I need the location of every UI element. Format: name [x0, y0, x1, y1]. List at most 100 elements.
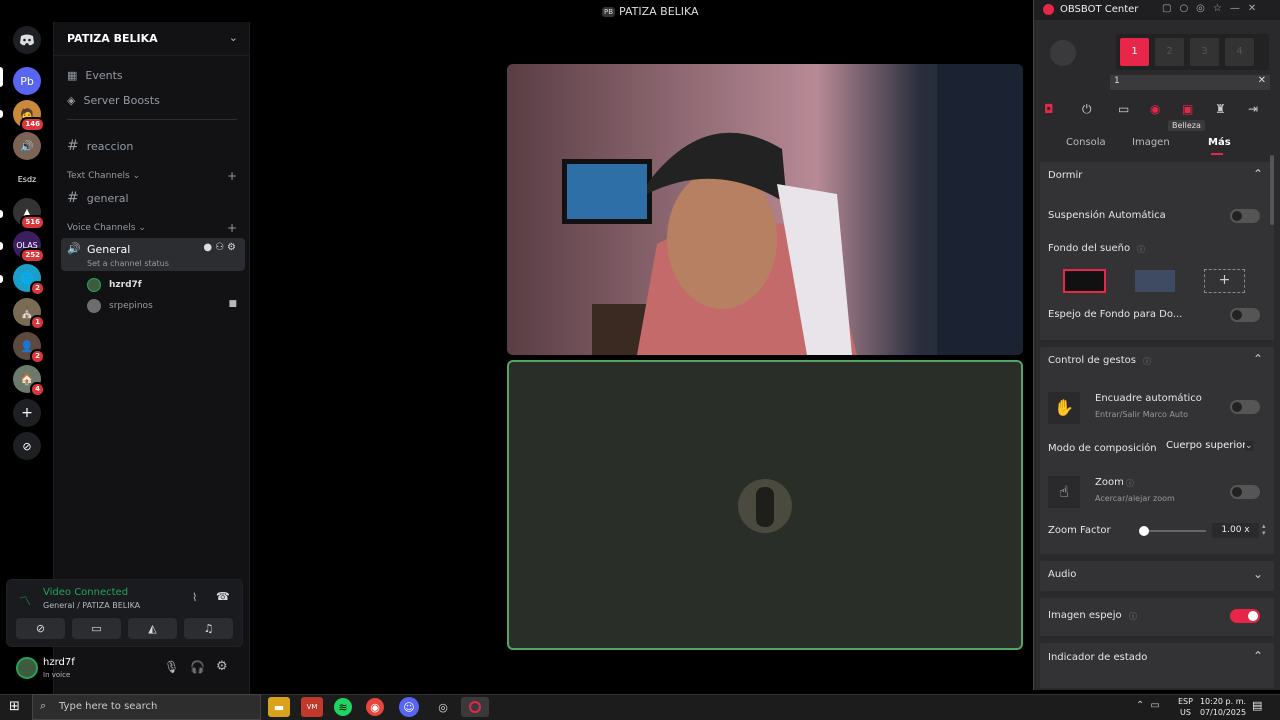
chevron-up-icon[interactable]: ⌃: [1253, 649, 1263, 663]
soundboard-button[interactable]: ♫: [184, 618, 233, 639]
server-icon[interactable]: Esdz: [13, 165, 41, 193]
voice-user-srpepinos[interactable]: srpepinos: [87, 299, 153, 313]
channel-actions-icons[interactable]: ●⚇⚙: [203, 242, 239, 253]
spotify-icon[interactable]: ≋: [334, 698, 352, 716]
help-icon[interactable]: ⓘ: [1129, 611, 1137, 622]
beauty-icon[interactable]: ▣: [1182, 102, 1193, 116]
clock[interactable]: 10:20 p. m. 07/10/2025: [1199, 696, 1247, 718]
channel-reaccion[interactable]: # reaccion: [67, 138, 133, 154]
preset-button-1[interactable]: 1: [1120, 38, 1149, 66]
clock-time: 10:20 p. m.: [1199, 697, 1247, 706]
discord-home-icon[interactable]: [13, 26, 41, 54]
window-control-icons[interactable]: ▢○◎☆—✕: [1162, 3, 1264, 14]
taskbar-search[interactable]: ⌕ Type here to search: [32, 694, 261, 720]
add-channel-icon[interactable]: +: [227, 221, 237, 235]
tracking-icon[interactable]: ◉: [1150, 102, 1160, 116]
notification-icon[interactable]: ▤: [1252, 699, 1262, 712]
category-voice-channels[interactable]: Voice Channels ⌄: [67, 223, 146, 233]
voice-connected-text[interactable]: Video Connected: [43, 587, 128, 598]
zoom-slider[interactable]: [1139, 526, 1206, 536]
language-indicator[interactable]: ESP US: [1178, 696, 1193, 718]
section-title[interactable]: Dormir: [1048, 170, 1082, 181]
close-icon[interactable]: ✕: [1258, 75, 1266, 86]
tab-imagen[interactable]: Imagen: [1132, 137, 1170, 148]
server-icon[interactable]: OLAS 252: [13, 231, 45, 263]
snapshot-icon[interactable]: ◘: [1044, 102, 1054, 116]
toggle-espejo-fondo[interactable]: [1230, 308, 1260, 322]
preset-button-2[interactable]: 2: [1155, 38, 1184, 66]
disconnect-icon[interactable]: ☎: [216, 590, 230, 603]
camera-off-button[interactable]: ⊘: [16, 618, 65, 639]
section-title[interactable]: Indicador de estado: [1048, 652, 1147, 663]
add-server-icon[interactable]: +: [13, 399, 41, 427]
preset-button-4[interactable]: 4: [1225, 38, 1254, 66]
toggle-imagen-espejo[interactable]: [1230, 609, 1260, 623]
sleep-bg-black[interactable]: [1063, 269, 1106, 293]
file-explorer-icon[interactable]: ▬: [268, 697, 290, 717]
section-title[interactable]: Audio: [1048, 569, 1076, 580]
chevron-up-icon[interactable]: ⌃: [1253, 352, 1263, 366]
server-header[interactable]: PATIZA BELIKA ⌄: [54, 22, 251, 56]
discord-taskbar-icon[interactable]: ☺: [399, 697, 419, 717]
microphone-icon[interactable]: 🎙: [164, 660, 179, 674]
settings-gear-icon[interactable]: ⚙: [216, 659, 228, 674]
headphones-icon[interactable]: 🎧: [190, 660, 205, 674]
help-icon[interactable]: ⓘ: [1143, 356, 1151, 367]
video-mode-icon[interactable]: ▭: [1118, 102, 1129, 116]
channel-general-text[interactable]: # general: [67, 190, 129, 206]
obs-icon[interactable]: ◎: [432, 697, 454, 717]
windows-start-icon[interactable]: ⊞: [9, 699, 20, 714]
noise-suppression-icon[interactable]: ⌇: [192, 591, 197, 604]
expand-icon[interactable]: ⇥: [1248, 102, 1258, 116]
server-icon[interactable]: ▲ 516: [13, 198, 45, 230]
voice-user-hzrd7f[interactable]: hzrd7f: [87, 278, 142, 292]
preset-button-3[interactable]: 3: [1190, 38, 1219, 66]
server-icon[interactable]: 🌐 2: [13, 264, 45, 296]
server-icon[interactable]: 🏠 4: [13, 365, 45, 397]
scrollbar[interactable]: [1270, 155, 1274, 225]
chrome-icon[interactable]: ◉: [366, 698, 384, 716]
zoom-value-field[interactable]: 1.00 x: [1212, 523, 1259, 538]
sleep-bg-image[interactable]: [1135, 270, 1175, 292]
mention-badge: 4: [30, 382, 45, 397]
power-icon[interactable]: ⏻: [1082, 102, 1092, 117]
tray-icons[interactable]: ⌃▭: [1136, 700, 1166, 711]
zoom-slider-knob[interactable]: [1139, 526, 1149, 536]
activity-button[interactable]: ◭: [128, 618, 177, 639]
category-text-channels[interactable]: Text Channels ⌄: [67, 171, 140, 181]
obsbot-taskbar-icon[interactable]: [461, 697, 489, 717]
section-title[interactable]: Control de gestos: [1048, 355, 1136, 366]
tab-consola[interactable]: Consola: [1066, 137, 1106, 148]
add-channel-icon[interactable]: +: [227, 169, 237, 183]
camera-feed[interactable]: [507, 64, 1023, 355]
search-placeholder: Type here to search: [59, 701, 158, 712]
chevron-down-icon[interactable]: ⌄: [1245, 441, 1253, 451]
toggle-encuadre[interactable]: [1230, 400, 1260, 414]
channel-status-hint[interactable]: Set a channel status: [87, 259, 169, 268]
voice-channel-general[interactable]: 🔊 General Set a channel status ●⚇⚙: [61, 238, 245, 271]
chevron-down-icon[interactable]: ⌄: [1253, 567, 1263, 581]
help-icon[interactable]: ⓘ: [1137, 244, 1145, 255]
help-icon[interactable]: ⓘ: [1126, 478, 1134, 489]
events-item[interactable]: ▦ Events: [67, 69, 123, 82]
server-icon[interactable]: ⛪ 1: [13, 298, 45, 330]
boosts-item[interactable]: ◈ Server Boosts: [67, 94, 160, 107]
server-icon[interactable]: 👤 2: [13, 332, 45, 364]
server-icon[interactable]: 🧑 146: [13, 100, 45, 132]
camera-user-icon[interactable]: [1050, 40, 1076, 66]
screen-share-button[interactable]: ▭: [72, 618, 121, 639]
add-background-button[interactable]: +: [1204, 269, 1245, 293]
voice-location-text[interactable]: General / PATIZA BELIKA: [43, 601, 140, 610]
voicemeeter-icon[interactable]: VM: [301, 697, 323, 717]
toggle-suspension[interactable]: [1230, 209, 1260, 223]
participant-tile[interactable]: [507, 360, 1023, 650]
stepper-icon[interactable]: ▴ ▾: [1262, 523, 1266, 537]
tab-mas[interactable]: Más: [1208, 137, 1231, 148]
presenter-icon[interactable]: ♜: [1215, 102, 1226, 116]
server-icon[interactable]: Pb: [13, 67, 41, 95]
server-icon[interactable]: 🔊: [13, 132, 41, 160]
toggle-zoom[interactable]: [1230, 485, 1260, 499]
explore-icon[interactable]: ⊘: [13, 432, 41, 460]
avatar[interactable]: [16, 657, 38, 679]
chevron-up-icon[interactable]: ⌃: [1253, 167, 1263, 181]
